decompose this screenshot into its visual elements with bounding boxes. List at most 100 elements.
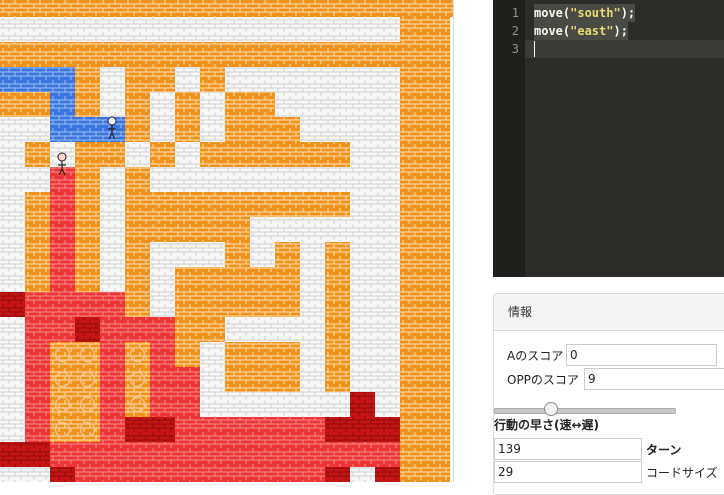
brick-orange <box>75 192 100 217</box>
brick-orange <box>425 292 450 317</box>
code-editor[interactable]: 1 2 3 move("south"); move("east"); <box>493 0 724 277</box>
brick-orange <box>250 92 275 117</box>
brick-red <box>100 367 125 392</box>
brick-white <box>150 17 175 42</box>
brick-white <box>0 117 25 142</box>
line-number: 1 <box>511 6 519 20</box>
score-opp-field[interactable]: 9 <box>584 368 724 390</box>
brick-white <box>25 167 50 192</box>
brick-orange <box>200 292 225 317</box>
brick-orange <box>225 117 250 142</box>
brick-white <box>0 142 25 167</box>
speed-slider[interactable] <box>494 408 676 414</box>
brick-white <box>325 217 350 242</box>
coin-cell <box>50 392 75 417</box>
turn-field[interactable]: 139 <box>494 438 642 460</box>
brick-red <box>175 442 200 467</box>
brick-white <box>100 167 125 192</box>
brick-white <box>375 267 400 292</box>
brick-red <box>150 342 175 367</box>
code-end: ); <box>620 6 636 20</box>
brick-orange <box>125 267 150 292</box>
brick-orange <box>400 292 425 317</box>
brick-white <box>275 317 300 342</box>
brick-white <box>0 417 25 442</box>
coin-cell <box>75 367 100 392</box>
brick-orange <box>200 192 225 217</box>
brick-orange <box>425 267 450 292</box>
brick-red <box>175 417 200 442</box>
brick-orange <box>150 42 175 67</box>
brick-orange <box>75 167 100 192</box>
brick-white <box>375 17 400 42</box>
brick-red <box>300 417 325 442</box>
brick-red <box>25 392 50 417</box>
brick-red <box>75 292 100 317</box>
brick-red <box>275 467 300 482</box>
score-a-field[interactable]: 0 <box>566 344 717 366</box>
code-line[interactable]: move("east"); <box>534 22 628 40</box>
brick-white <box>350 192 375 217</box>
brick-orange <box>200 142 225 167</box>
brick-red <box>100 292 125 317</box>
code-end: ); <box>613 24 628 38</box>
speed-slider-thumb[interactable] <box>544 402 558 416</box>
code-fn: move( <box>534 24 571 38</box>
brick-red <box>25 292 50 317</box>
brick-white <box>350 17 375 42</box>
brick-orange <box>75 242 100 267</box>
brick-red <box>375 442 400 467</box>
brick-red <box>100 317 125 342</box>
brick-white <box>325 167 350 192</box>
brick-white <box>375 242 400 267</box>
brick-white <box>300 267 325 292</box>
brick-red <box>75 467 100 482</box>
brick-orange <box>400 392 425 417</box>
brick-red <box>50 317 75 342</box>
brick-white <box>225 67 250 92</box>
brick-dark-red <box>0 292 25 317</box>
info-panel-title: 情報 <box>494 294 724 331</box>
brick-orange <box>400 67 425 92</box>
brick-white <box>200 92 225 117</box>
game-board <box>0 0 453 482</box>
brick-white <box>25 467 50 482</box>
brick-orange <box>425 117 450 142</box>
brick-white <box>0 317 25 342</box>
brick-white <box>200 167 225 192</box>
brick-red <box>25 417 50 442</box>
brick-orange <box>425 367 450 392</box>
brick-orange <box>225 342 250 367</box>
brick-white <box>300 342 325 367</box>
brick-white <box>375 392 400 417</box>
brick-red <box>25 317 50 342</box>
brick-white <box>375 167 400 192</box>
brick-red <box>125 317 150 342</box>
brick-orange <box>175 42 200 67</box>
brick-white <box>175 17 200 42</box>
brick-orange <box>50 42 75 67</box>
brick-white <box>300 367 325 392</box>
brick-dark-red <box>0 442 25 467</box>
brick-orange <box>175 317 200 342</box>
brick-orange <box>275 142 300 167</box>
brick-orange <box>225 242 250 267</box>
brick-white <box>100 67 125 92</box>
brick-orange <box>300 192 325 217</box>
brick-red <box>275 442 300 467</box>
brick-dark-red <box>25 442 50 467</box>
brick-white <box>200 242 225 267</box>
brick-white <box>175 67 200 92</box>
code-line[interactable]: move("south"); <box>534 4 636 22</box>
brick-white <box>100 92 125 117</box>
brick-red <box>100 342 125 367</box>
brick-red <box>150 367 175 392</box>
code-size-field[interactable]: 29 <box>494 461 642 483</box>
brick-orange <box>425 417 450 442</box>
brick-white <box>175 167 200 192</box>
brick-red <box>200 442 225 467</box>
brick-red <box>300 467 325 482</box>
brick-white <box>225 392 250 417</box>
brick-white <box>250 217 275 242</box>
brick-dark-red <box>125 417 150 442</box>
